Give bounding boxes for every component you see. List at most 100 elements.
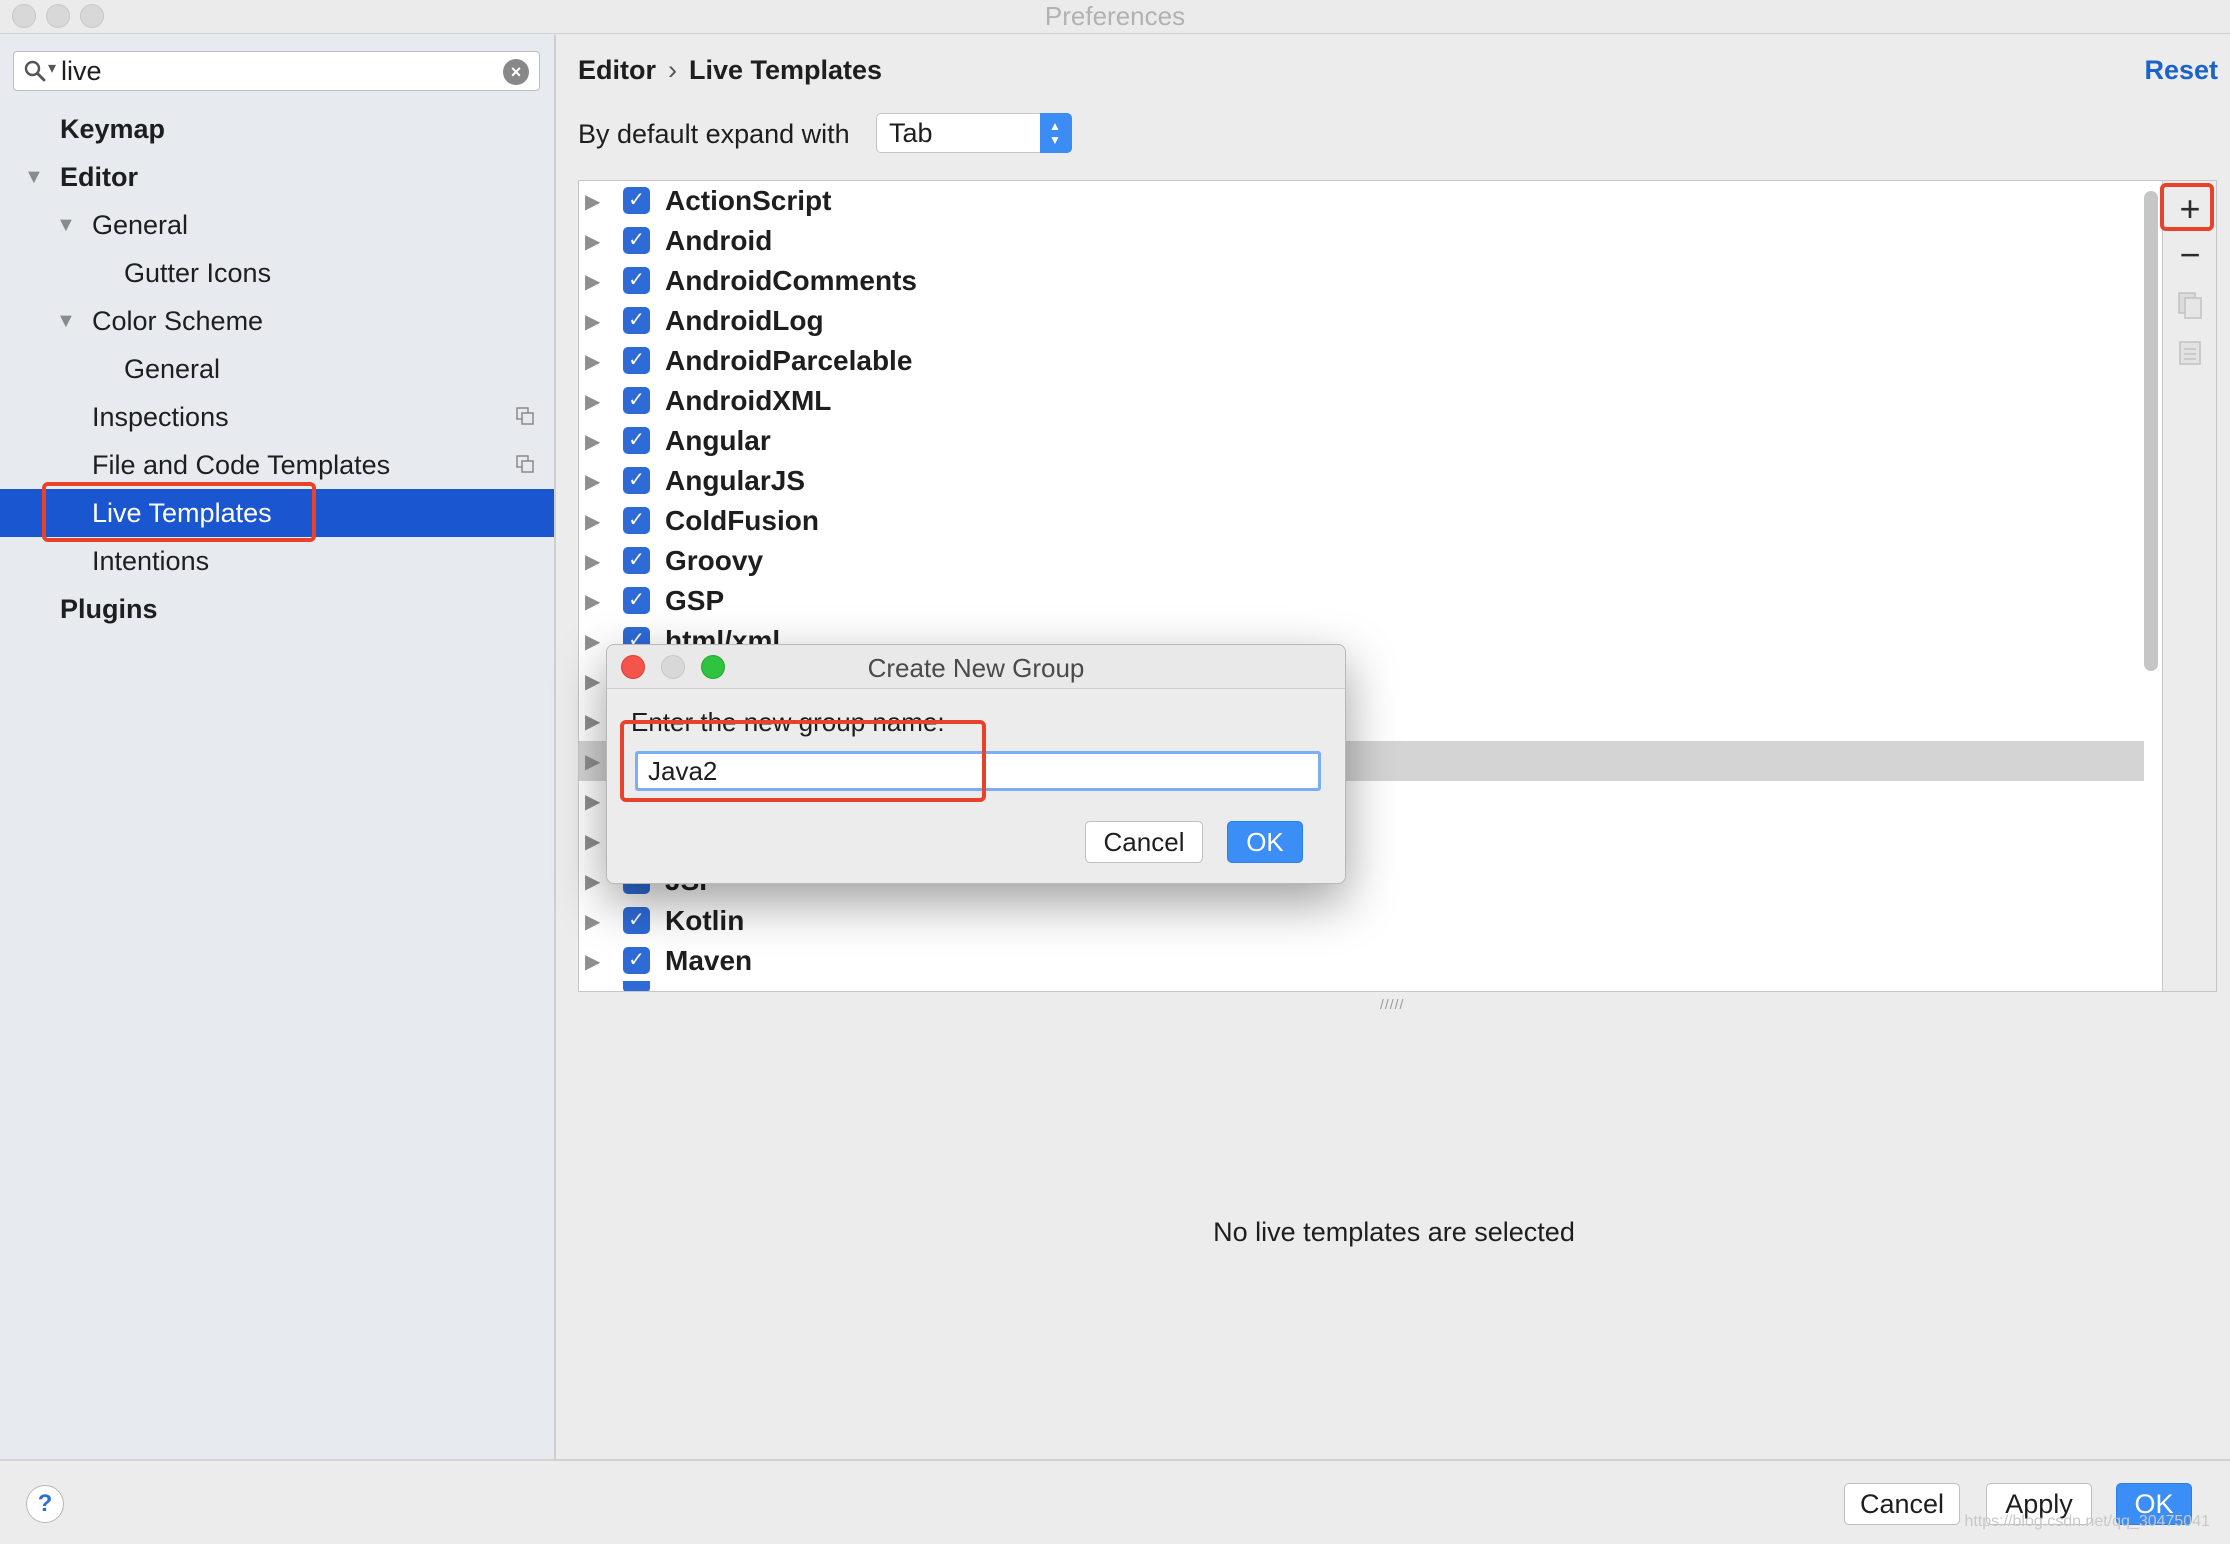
group-checkbox[interactable]: ✓ <box>623 387 650 414</box>
template-group-row[interactable]: ▶ ✓ Groovy <box>579 541 2144 581</box>
sidebar-item-general[interactable]: ▼ General <box>0 201 554 249</box>
tree-scrollbar[interactable] <box>2144 191 2158 671</box>
settings-search[interactable]: ▾ × <box>13 51 540 91</box>
dialog-titlebar: Create New Group <box>607 645 1345 689</box>
group-checkbox[interactable]: ✓ <box>623 907 650 934</box>
collapsed-arrow-icon[interactable]: ▶ <box>585 509 600 534</box>
template-group-row[interactable]: ▶ ✓ AndroidParcelable <box>579 341 2144 381</box>
sidebar-item-label: Intentions <box>92 546 210 576</box>
collapsed-arrow-icon[interactable]: ▶ <box>585 869 600 894</box>
group-checkbox[interactable]: ✓ <box>623 267 650 294</box>
template-group-row[interactable]: ▶ ✓ AndroidComments <box>579 261 2144 301</box>
collapsed-arrow-icon[interactable]: ▶ <box>585 309 600 334</box>
group-checkbox[interactable]: ✓ <box>623 227 650 254</box>
collapsed-arrow-icon[interactable]: ▶ <box>585 669 600 694</box>
sidebar-item-keymap[interactable]: Keymap <box>0 105 554 153</box>
window-titlebar: Preferences <box>0 0 2230 34</box>
template-group-row[interactable]: ▶ ✓ Angular <box>579 421 2144 461</box>
collapsed-arrow-icon[interactable]: ▶ <box>585 349 600 374</box>
sidebar-item-label: Color Scheme <box>92 306 264 336</box>
template-group-row[interactable]: ▶ ✓ Maven <box>579 941 2144 981</box>
collapsed-arrow-icon[interactable]: ▶ <box>585 549 600 574</box>
chevron-right-icon: › <box>668 55 677 85</box>
sidebar-item-color-scheme-general[interactable]: General <box>0 345 554 393</box>
collapsed-arrow-icon[interactable]: ▶ <box>585 949 600 974</box>
group-checkbox[interactable]: ✓ <box>623 187 650 214</box>
dialog-cancel-button[interactable]: Cancel <box>1085 821 1203 863</box>
group-checkbox[interactable]: ✓ <box>623 947 650 974</box>
collapsed-arrow-icon[interactable]: ▶ <box>585 709 600 734</box>
window-title: Preferences <box>1044 1 1186 31</box>
collapsed-arrow-icon[interactable]: ▶ <box>585 789 600 814</box>
sidebar-item-label: General <box>124 354 221 384</box>
group-name: GSP <box>665 585 725 616</box>
copy-icon[interactable] <box>2174 289 2206 321</box>
collapsed-arrow-icon[interactable]: ▶ <box>585 829 600 854</box>
breadcrumb: Editor › Live Templates <box>578 55 882 86</box>
expanded-arrow-icon[interactable]: ▼ <box>56 201 76 249</box>
template-group-row[interactable]: ▶ ✓ ActionScript <box>579 181 2144 221</box>
expand-with-select[interactable]: Tab ▲ ▼ <box>876 113 1072 153</box>
select-stepper-icon[interactable]: ▲ ▼ <box>1040 113 1072 153</box>
clear-search-icon[interactable]: × <box>503 59 529 85</box>
dialog-ok-button[interactable]: OK <box>1227 821 1303 863</box>
sidebar-item-inspections[interactable]: Inspections <box>0 393 554 441</box>
template-group-row[interactable]: ▶ ✓ GSP <box>579 581 2144 621</box>
template-group-row[interactable]: ▶ ✓ AndroidXML <box>579 381 2144 421</box>
breadcrumb-parent[interactable]: Editor <box>578 55 656 85</box>
group-checkbox[interactable]: ✓ <box>623 427 650 454</box>
collapsed-arrow-icon[interactable]: ▶ <box>585 589 600 614</box>
dialog-title: Create New Group <box>867 653 1085 683</box>
group-name: Maven <box>665 945 753 976</box>
sidebar-item-label: Editor <box>60 162 138 192</box>
group-name: Groovy <box>665 545 764 576</box>
collapsed-arrow-icon[interactable]: ▶ <box>585 389 600 414</box>
sidebar-item-label: Inspections <box>92 402 229 432</box>
group-checkbox[interactable]: ✓ <box>623 507 650 534</box>
group-name: AndroidParcelable <box>665 345 913 376</box>
annotation-highlight-box <box>620 720 986 802</box>
group-name: AngularJS <box>665 465 806 496</box>
collapsed-arrow-icon[interactable]: ▶ <box>585 429 600 454</box>
template-group-row[interactable]: ▶ ✓ AndroidLog <box>579 301 2144 341</box>
collapsed-arrow-icon[interactable]: ▶ <box>585 269 600 294</box>
collapsed-arrow-icon[interactable]: ▶ <box>585 909 600 934</box>
group-checkbox[interactable]: ✓ <box>623 587 650 614</box>
group-checkbox[interactable] <box>623 981 650 991</box>
expanded-arrow-icon[interactable]: ▼ <box>24 153 44 201</box>
cancel-button[interactable]: Cancel <box>1844 1483 1960 1525</box>
sidebar-item-gutter-icons[interactable]: Gutter Icons <box>0 249 554 297</box>
sidebar-item-intentions[interactable]: Intentions <box>0 537 554 585</box>
template-group-row[interactable] <box>579 981 2144 991</box>
help-button[interactable]: ? <box>26 1485 64 1523</box>
group-checkbox[interactable]: ✓ <box>623 547 650 574</box>
collapsed-arrow-icon[interactable]: ▶ <box>585 229 600 254</box>
sidebar-item-plugins[interactable]: Plugins <box>0 585 554 633</box>
template-group-row[interactable]: ▶ ✓ AngularJS <box>579 461 2144 501</box>
expanded-arrow-icon[interactable]: ▼ <box>56 297 76 345</box>
restore-defaults-icon[interactable] <box>2174 337 2206 369</box>
sidebar-item-label: General <box>92 210 189 240</box>
search-options-icon[interactable]: ▾ <box>48 58 56 78</box>
group-checkbox[interactable]: ✓ <box>623 307 650 334</box>
reset-link[interactable]: Reset <box>2144 55 2218 86</box>
sidebar-item-color-scheme[interactable]: ▼ Color Scheme <box>0 297 554 345</box>
group-checkbox[interactable]: ✓ <box>623 347 650 374</box>
sidebar-item-label: Keymap <box>60 114 166 144</box>
sidebar-item-editor[interactable]: ▼ Editor <box>0 153 554 201</box>
sidebar-item-label: Plugins <box>60 594 158 624</box>
search-input[interactable] <box>61 54 501 88</box>
group-checkbox[interactable]: ✓ <box>623 467 650 494</box>
template-group-row[interactable]: ▶ ✓ ColdFusion <box>579 501 2144 541</box>
template-group-row[interactable]: ▶ ✓ Android <box>579 221 2144 261</box>
collapsed-arrow-icon[interactable]: ▶ <box>585 629 600 654</box>
collapsed-arrow-icon[interactable]: ▶ <box>585 189 600 214</box>
group-name: AndroidXML <box>665 385 832 416</box>
template-group-row[interactable]: ▶ ✓ Kotlin <box>579 901 2144 941</box>
project-settings-icon <box>516 407 534 425</box>
annotation-highlight-box <box>42 482 316 542</box>
collapsed-arrow-icon[interactable]: ▶ <box>585 469 600 494</box>
splitter-grip-icon[interactable]: ///// <box>1380 996 1404 1012</box>
collapsed-arrow-icon[interactable]: ▶ <box>585 749 600 774</box>
remove-minus-icon[interactable]: − <box>2174 237 2206 273</box>
